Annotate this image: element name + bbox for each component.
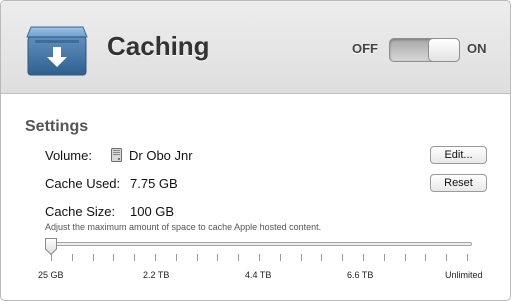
slider-tick: [446, 254, 448, 261]
slider-tick: [467, 254, 468, 261]
edit-volume-button[interactable]: Edit...: [430, 146, 487, 164]
slider-tick: [259, 254, 260, 261]
slider-tick: [300, 254, 302, 261]
slider-tick: [113, 254, 115, 261]
cache-used-value: 7.75 GB: [130, 176, 178, 191]
cache-size-description: Adjust the maximum amount of space to ca…: [45, 222, 322, 232]
slider-tick: [92, 254, 94, 261]
caching-panel: Caching OFF ON Settings Volume: Dr Obo J…: [0, 0, 511, 301]
slider-tick-label: 25 GB: [38, 270, 64, 280]
service-title: Caching: [107, 31, 210, 61]
slider-tick-label: Unlimited: [445, 270, 483, 280]
switch-off-label: OFF: [352, 41, 378, 56]
switch-on-label: ON: [467, 41, 487, 56]
slider-tick: [321, 254, 323, 261]
reset-cache-button[interactable]: Reset: [430, 174, 487, 192]
slider-tick: [134, 254, 136, 261]
slider-tick: [279, 254, 281, 261]
slider-tick-label: 4.4 TB: [245, 270, 272, 280]
caching-box-icon: [25, 23, 89, 79]
slider-tick: [155, 254, 156, 261]
volume-value: Dr Obo Jnr: [129, 148, 193, 163]
slider-tick: [342, 254, 344, 261]
switch-knob[interactable]: [428, 38, 460, 62]
slider-tick: [404, 254, 406, 261]
slider-tick: [383, 254, 385, 261]
settings-heading: Settings: [25, 118, 89, 135]
slider-tick: [425, 254, 427, 261]
disk-icon: [111, 148, 122, 162]
cache-size-value: 100 GB: [130, 204, 175, 219]
slider-tick: [196, 254, 198, 261]
cache-used-label: Cache Used:: [45, 176, 121, 191]
slider-tick-label: 6.6 TB: [347, 270, 374, 280]
service-header: Caching OFF ON: [1, 1, 510, 94]
slider-tick: [238, 254, 240, 261]
slider-ticks: [1, 254, 510, 262]
cache-size-label: Cache Size:: [45, 204, 116, 219]
slider-tick: [71, 254, 73, 261]
cache-size-slider-thumb[interactable]: [44, 237, 58, 256]
slider-tick-label: 2.2 TB: [143, 270, 170, 280]
slider-tick: [217, 254, 219, 261]
cache-size-slider-track[interactable]: [45, 242, 472, 246]
slider-tick: [363, 254, 364, 261]
volume-label: Volume:: [45, 148, 92, 163]
service-toggle-switch[interactable]: [389, 38, 460, 62]
slider-tick: [175, 254, 177, 261]
